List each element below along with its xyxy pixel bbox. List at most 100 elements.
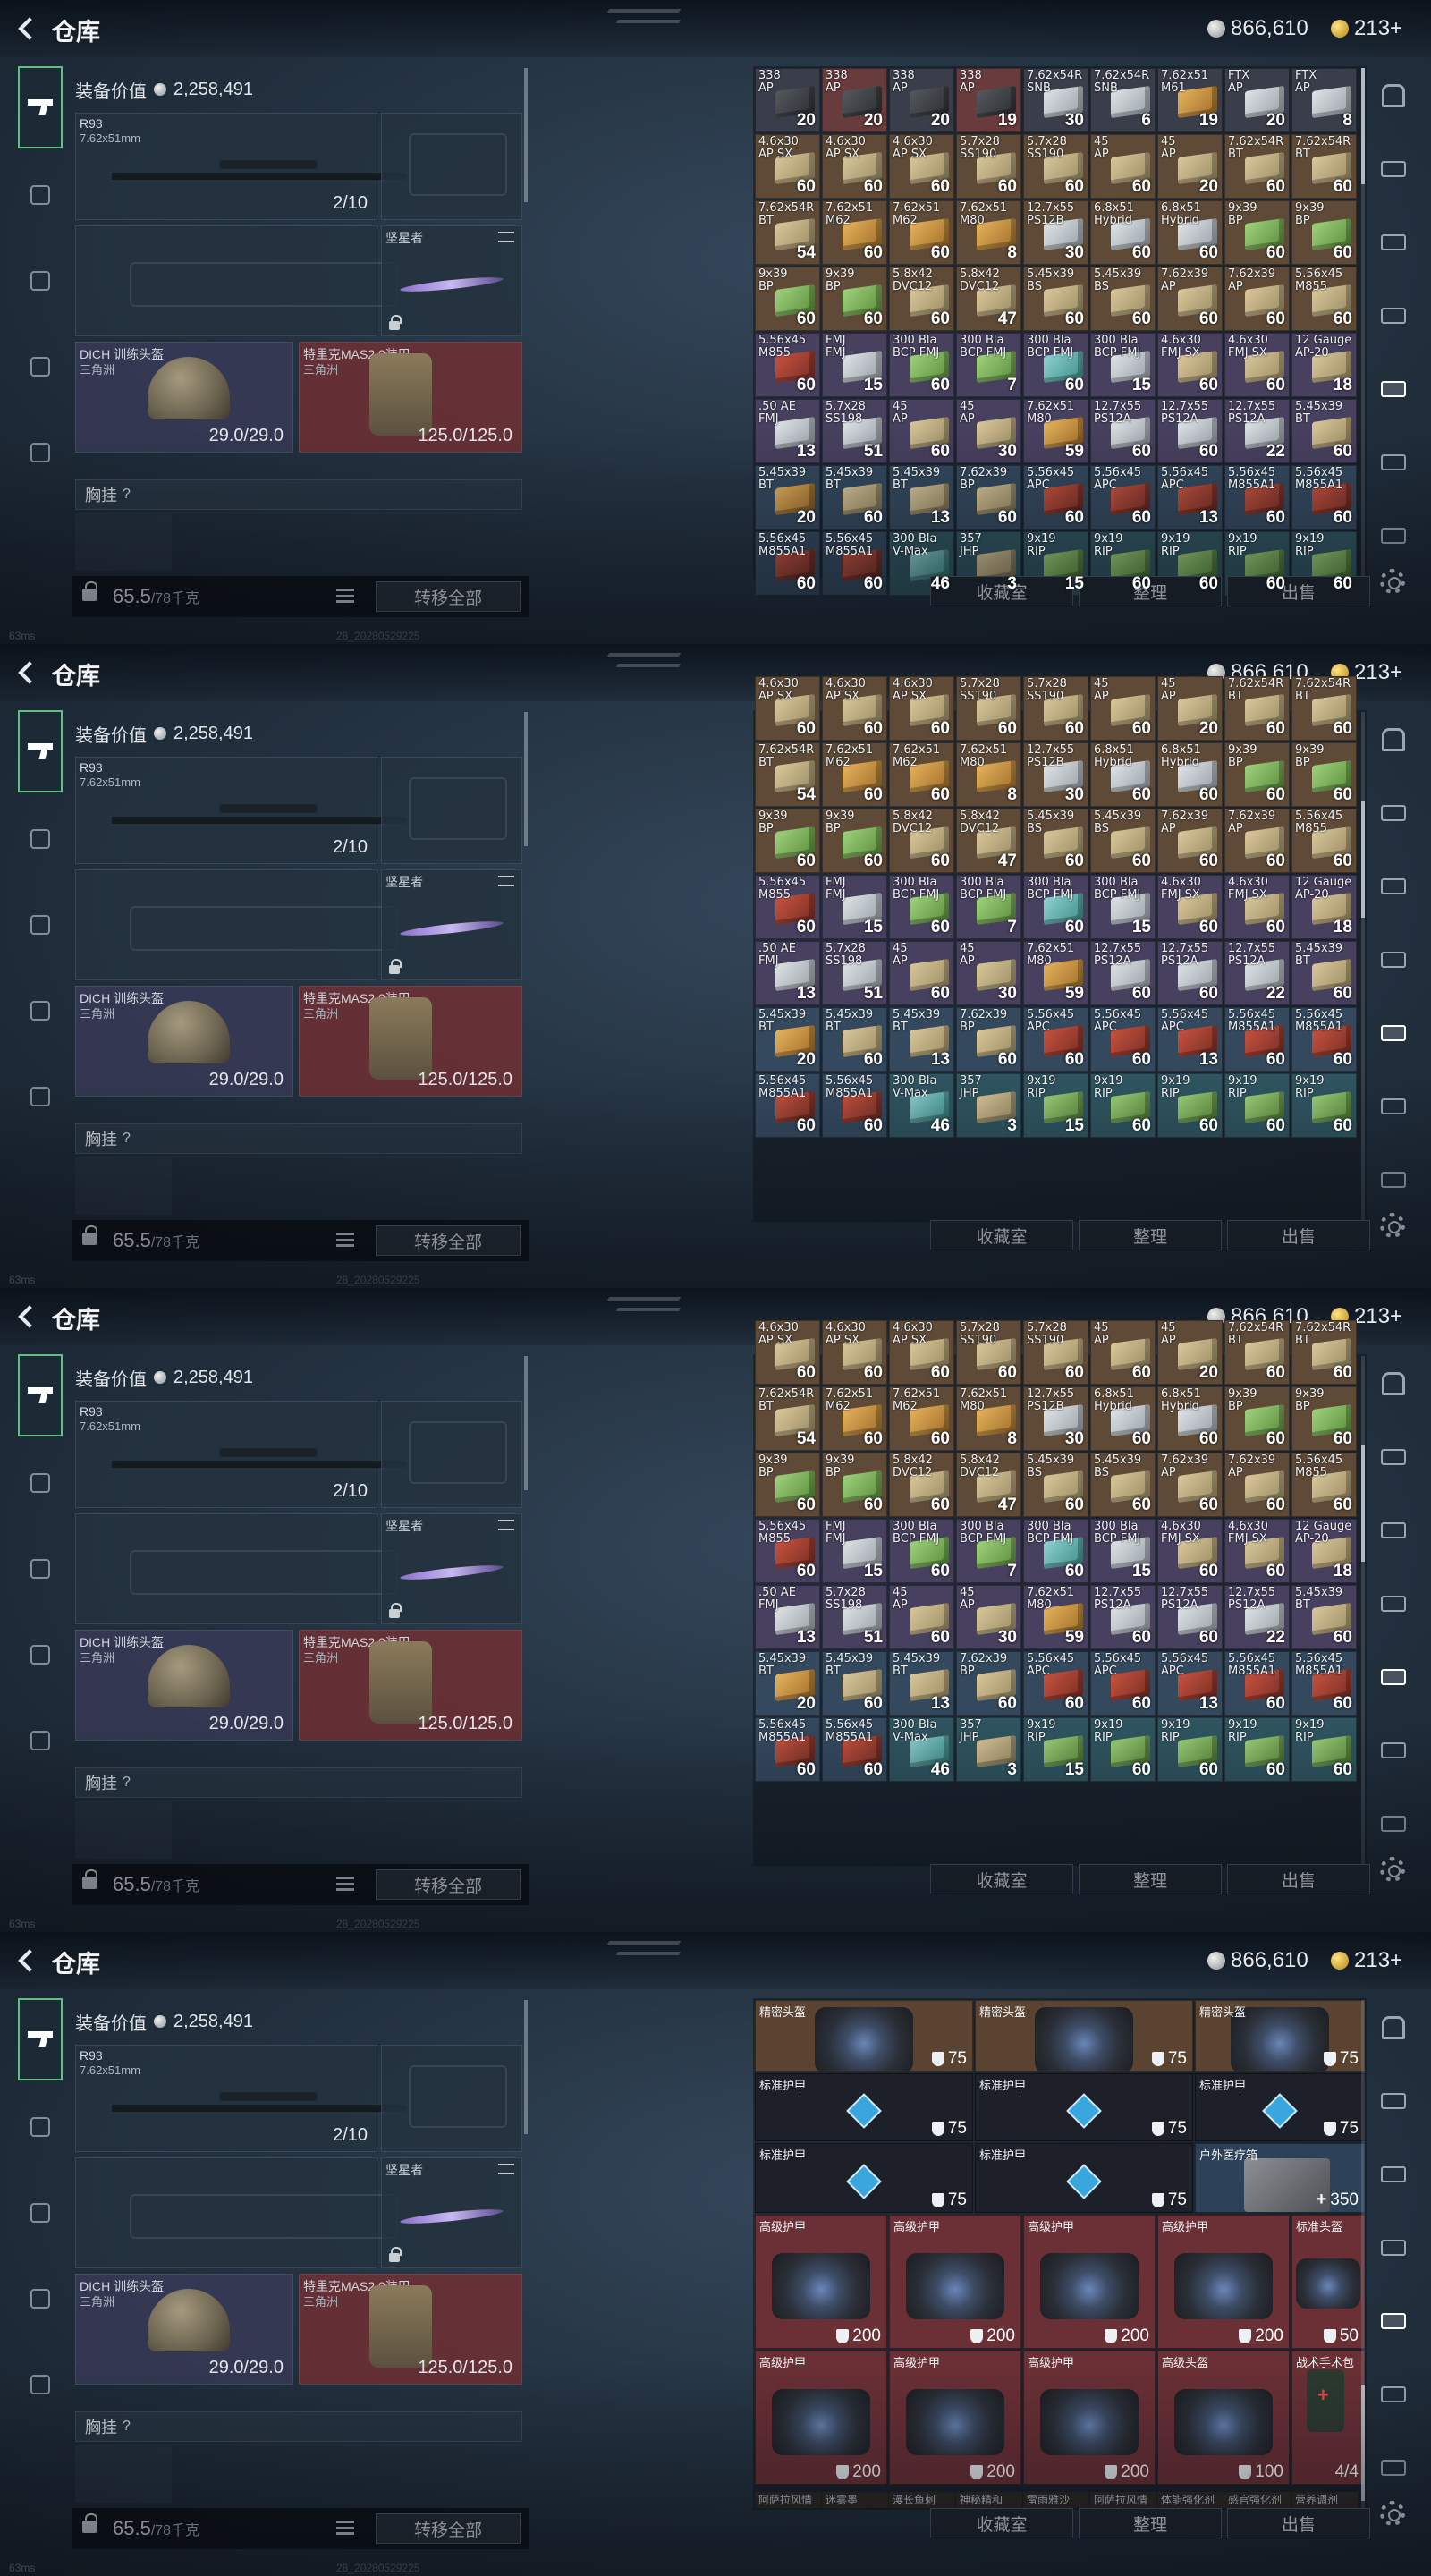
ammo-cell[interactable]: 300 Bla BCP FMJ 60 (1023, 333, 1088, 397)
ammo-cell[interactable]: 300 Bla BCP FMJ 15 (1090, 875, 1156, 939)
transfer-all-button[interactable]: 转移全部 (376, 1225, 521, 1256)
ammo-cell[interactable]: 5.56x45 M855 60 (1291, 267, 1357, 331)
gold-balance[interactable]: 213+ (1331, 16, 1402, 41)
ammo-cell[interactable]: 7.62x39 AP 60 (1157, 267, 1223, 331)
ammo-cell[interactable]: 5.7x28 SS190 60 (956, 1320, 1021, 1385)
ammo-cell[interactable]: 5.56x45 M855A1 60 (755, 1073, 820, 1138)
ammo-cell[interactable]: 9x39 BP 60 (755, 267, 820, 331)
sell-button[interactable]: 出售 (1227, 2508, 1370, 2538)
ammo-cell[interactable]: .50 AE FMJ 13 (755, 941, 820, 1005)
ammo-cell[interactable]: 357 JHP 3 (956, 1717, 1021, 1782)
ammo-cell[interactable]: 5.8x42 DVC12 60 (889, 809, 954, 873)
sell-button[interactable]: 出售 (1227, 1864, 1370, 1894)
settings-icon[interactable] (1380, 2501, 1405, 2526)
gear-cell[interactable]: 高级护甲 200 (889, 2215, 1021, 2349)
ammo-cell[interactable]: 300 Bla BCP FMJ 60 (889, 1519, 954, 1583)
consumable-label[interactable]: 营养调剂 (1291, 2492, 1359, 2508)
ammo-cell[interactable]: 7.62x54R BT 54 (755, 742, 820, 807)
ammo-cell[interactable]: FMJ FMJ 15 (822, 1519, 887, 1583)
ammo-cell[interactable]: 7.62x54R BT 60 (1224, 676, 1290, 741)
gear-cell[interactable]: 精密头盔 75 (1195, 2000, 1365, 2072)
sell-button[interactable]: 出售 (1227, 1220, 1370, 1250)
help-icon[interactable]: ? (123, 1775, 131, 1791)
pistol-slot[interactable] (381, 1401, 522, 1508)
ammo-cell[interactable]: 45 AP 30 (956, 399, 1021, 463)
ammo-cell[interactable]: 6.8x51 Hybrid 60 (1090, 742, 1156, 807)
ammo-cell[interactable]: 12.7x55 PS12B 30 (1023, 742, 1088, 807)
silver-balance[interactable]: 866,610 (1207, 1948, 1308, 1973)
ammo-cell[interactable]: 5.45x39 BT 60 (822, 1007, 887, 1072)
help-icon[interactable]: ? (123, 1131, 131, 1147)
back-arrow-icon[interactable] (13, 14, 41, 43)
stash-tab-2[interactable] (1374, 2220, 1413, 2275)
ammo-cell[interactable]: 45 AP 30 (956, 1585, 1021, 1649)
helmet-slot[interactable]: DICH 训练头盔 三角洲 29.0/29.0 (75, 986, 293, 1097)
ammo-cell[interactable]: 338 AP 20 (822, 68, 887, 132)
stash-tab-6[interactable] (1374, 508, 1413, 564)
stash-tab-1[interactable] (1374, 1005, 1413, 1061)
stash-scrollbar-thumb[interactable] (1361, 1445, 1365, 1562)
ammo-cell[interactable]: 4.6x30 AP SX 60 (755, 134, 820, 199)
ammo-cell[interactable]: 7.62x51 M80 8 (956, 1386, 1021, 1451)
armor-slot[interactable]: 特里克MAS2.0装甲 三角洲 125.0/125.0 (299, 2274, 522, 2385)
ammo-cell[interactable]: 5.45x39 BS 60 (1090, 1453, 1156, 1517)
ammo-cell[interactable]: 45 AP 60 (1090, 676, 1156, 741)
ammo-cell[interactable]: 5.56x45 APC 13 (1157, 1651, 1223, 1716)
ammo-cell[interactable]: 7.62x39 BP 60 (956, 465, 1021, 530)
ammo-cell[interactable]: 7.62x54R BT 60 (1291, 134, 1357, 199)
ammo-cell[interactable]: 5.7x28 SS198 51 (822, 1585, 887, 1649)
ammo-cell[interactable]: 12.7x55 PS12A 22 (1224, 1585, 1290, 1649)
ammo-cell[interactable]: 5.56x45 M855A1 60 (755, 1717, 820, 1782)
primary-weapon-slot[interactable]: R93 7.62x51mm 2/10 (75, 2045, 407, 2152)
sidebar-tab-rig[interactable] (18, 324, 63, 410)
ammo-cell[interactable]: 45 AP 20 (1157, 676, 1223, 741)
sidebar-tab-helmet[interactable] (18, 1440, 63, 1526)
gear-cell[interactable]: 高级头盔 100 (1157, 2351, 1290, 2485)
ammo-cell[interactable]: 4.6x30 FMJ SX 60 (1224, 333, 1290, 397)
ammo-cell[interactable]: 300 Bla BCP FMJ 7 (956, 1519, 1021, 1583)
ammo-cell[interactable]: 7.62x54R SNB 30 (1023, 68, 1088, 132)
list-icon[interactable] (336, 589, 354, 603)
helmet-slot[interactable]: DICH 训练头盔 三角洲 29.0/29.0 (75, 1630, 293, 1741)
pistol-slot[interactable] (381, 2045, 522, 2152)
stash-tab-5[interactable] (1374, 435, 1413, 490)
gear-cell[interactable]: 高级护甲 200 (889, 2351, 1021, 2485)
ammo-cell[interactable]: 5.56x45 M855A1 60 (755, 531, 820, 596)
ammo-cell[interactable]: 5.45x39 BT 60 (1291, 399, 1357, 463)
melee-slot[interactable]: 坚星者 (381, 2157, 522, 2268)
ammo-cell[interactable]: 5.56x45 APC 13 (1157, 1007, 1223, 1072)
sidebar-tab-case[interactable] (18, 410, 63, 496)
ammo-cell[interactable]: 7.62x39 BP 60 (956, 1651, 1021, 1716)
silver-balance[interactable]: 866,610 (1207, 16, 1308, 41)
ammo-cell[interactable]: 7.62x39 AP 60 (1224, 267, 1290, 331)
ammo-cell[interactable]: 6.8x51 Hybrid 60 (1090, 1386, 1156, 1451)
ammo-cell[interactable]: 5.45x39 BS 60 (1090, 809, 1156, 873)
ammo-cell[interactable]: 12 Gauge AP-20 18 (1291, 333, 1357, 397)
primary-weapon-slot[interactable]: R93 7.62x51mm 2/10 (75, 757, 407, 864)
sidebar-tab-backpack[interactable] (18, 1526, 63, 1612)
ammo-cell[interactable]: 7.62x51 M80 59 (1023, 399, 1088, 463)
sidebar-tab-weapons[interactable] (18, 66, 63, 148)
ammo-cell[interactable]: 7.62x51 M62 60 (889, 1386, 954, 1451)
chest-rig-empty-slot[interactable] (75, 513, 172, 571)
ammo-cell[interactable]: 300 Bla BCP FMJ 15 (1090, 333, 1156, 397)
gear-cell[interactable]: 精密头盔 75 (975, 2000, 1193, 2072)
ammo-cell[interactable]: 338 AP 20 (755, 68, 820, 132)
ammo-cell[interactable]: 7.62x39 AP 60 (1224, 809, 1290, 873)
sidebar-tab-helmet[interactable] (18, 152, 63, 238)
back-arrow-icon[interactable] (13, 1302, 41, 1331)
sort-button[interactable]: 整理 (1079, 1220, 1222, 1250)
swap-icon[interactable] (498, 2164, 514, 2174)
ammo-cell[interactable]: 9x39 BP 60 (1224, 200, 1290, 265)
ammo-cell[interactable]: 5.56x45 M855A1 60 (1224, 1651, 1290, 1716)
ammo-cell[interactable]: 5.7x28 SS198 51 (822, 941, 887, 1005)
ammo-cell[interactable]: 9x19 RIP 60 (1291, 1717, 1357, 1782)
ammo-cell[interactable]: 300 Bla BCP FMJ 7 (956, 333, 1021, 397)
sidebar-tab-backpack[interactable] (18, 238, 63, 324)
swap-icon[interactable] (498, 876, 514, 886)
ammo-cell[interactable]: 12.7x55 PS12A 60 (1157, 1585, 1223, 1649)
pistol-slot[interactable] (381, 757, 522, 864)
stash-tab-4[interactable] (1374, 141, 1413, 197)
ammo-cell[interactable]: 5.45x39 BT 60 (822, 1651, 887, 1716)
ammo-cell[interactable]: 4.6x30 AP SX 60 (889, 1320, 954, 1385)
